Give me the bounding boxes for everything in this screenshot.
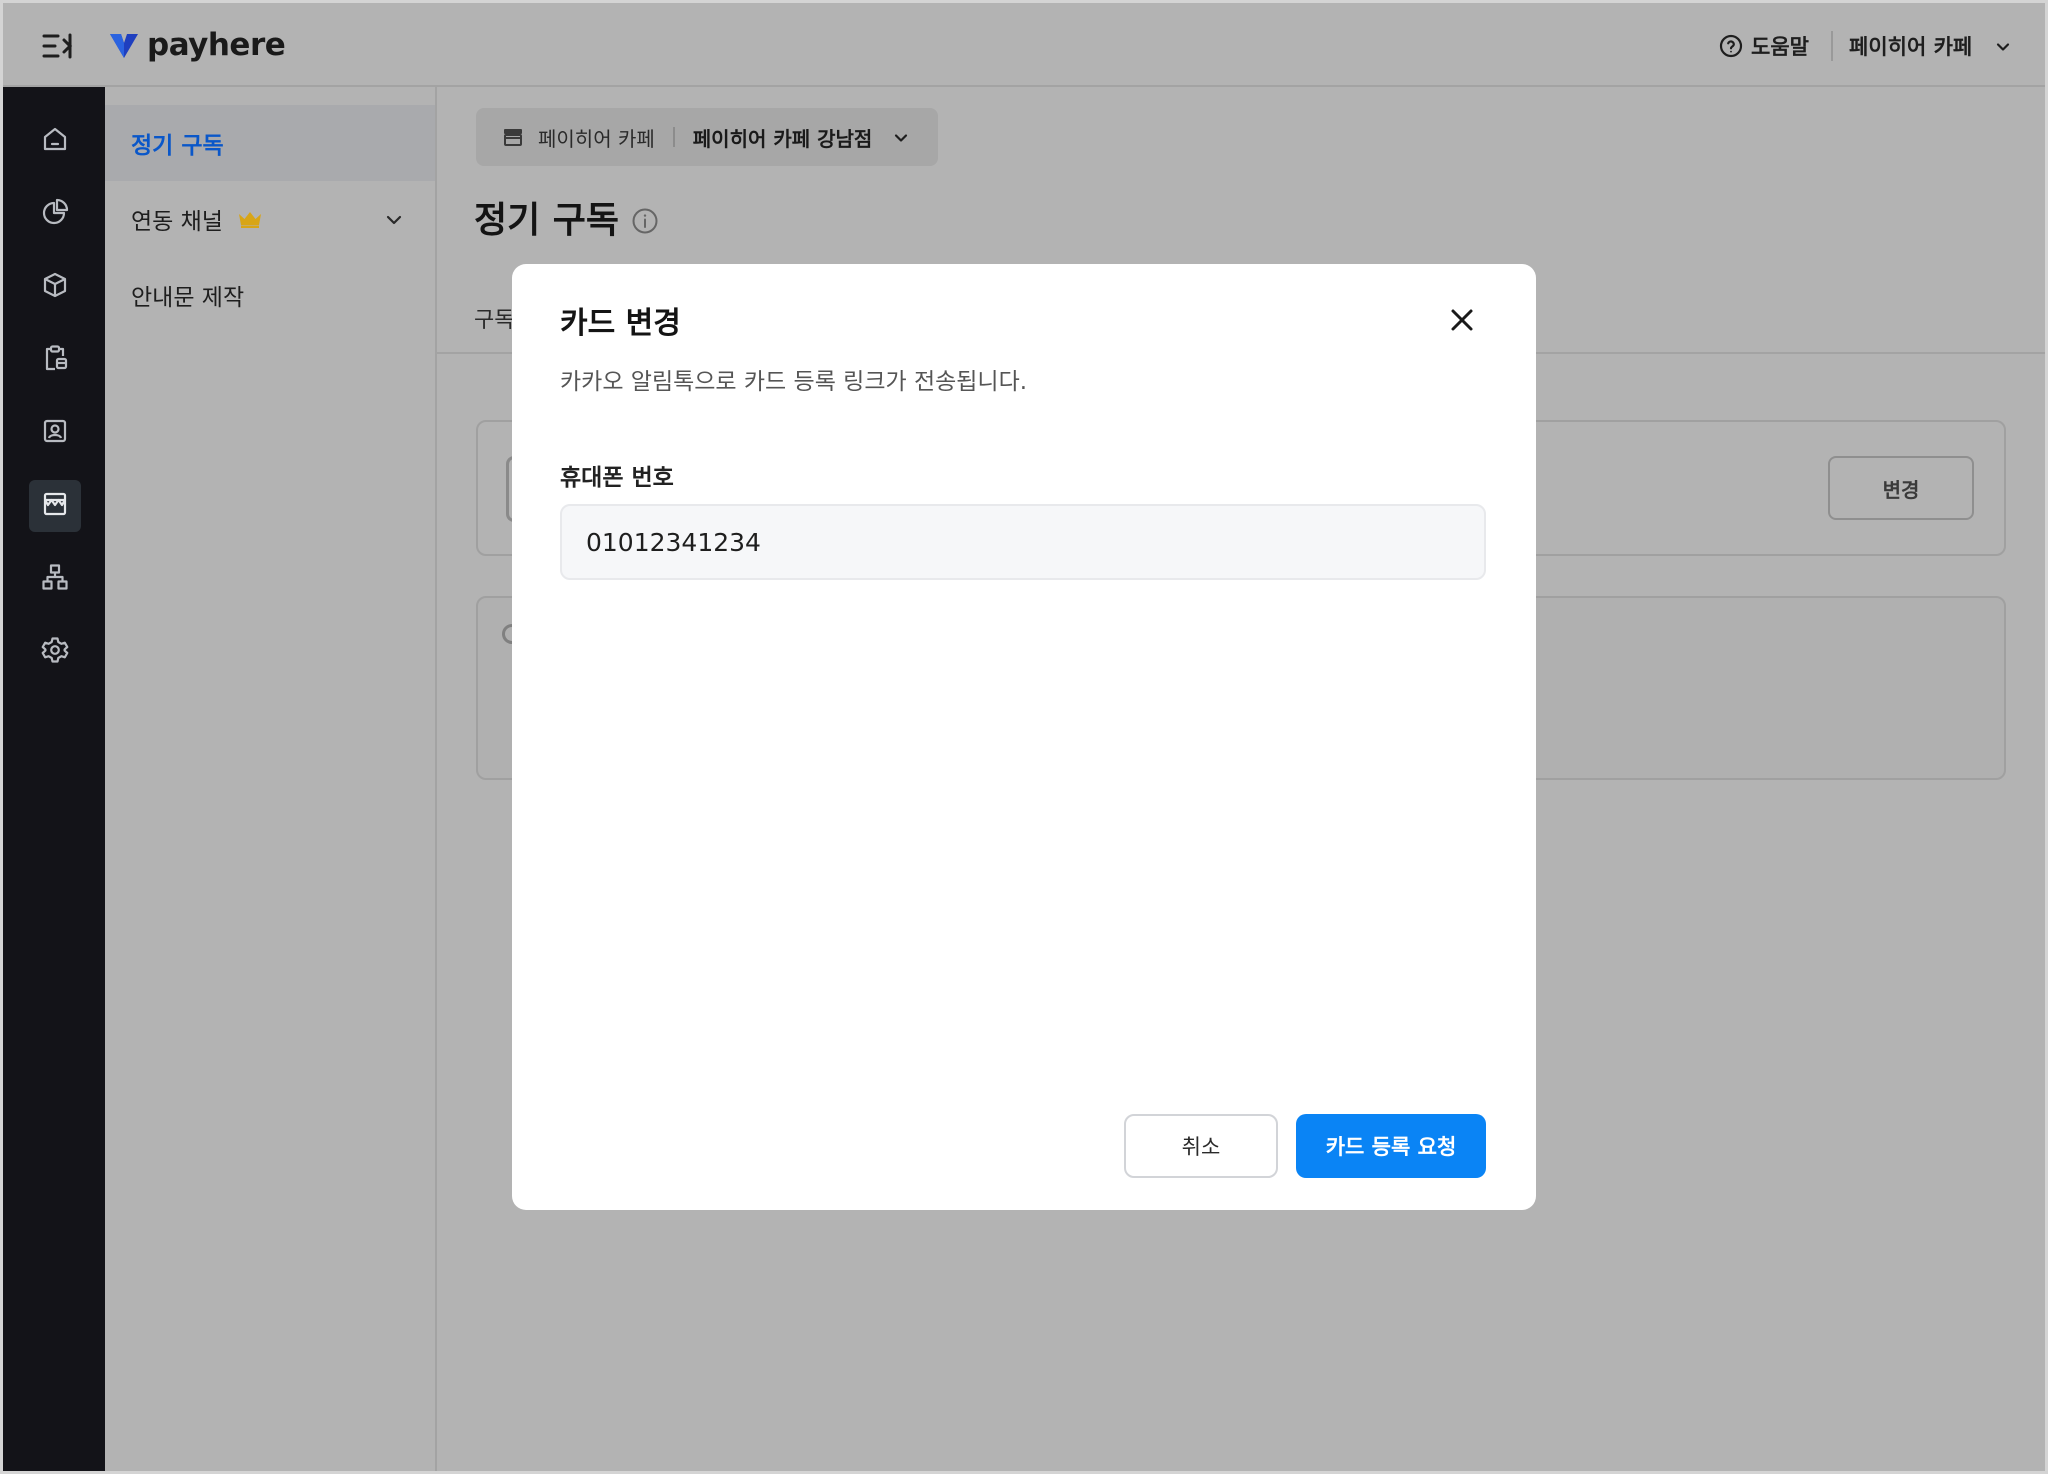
modal-title: 카드 변경 [560,306,681,341]
subnav-item-notice[interactable]: 안내문 제작 [105,257,435,333]
close-button[interactable] [1442,302,1482,342]
nav-reports[interactable] [29,188,81,240]
subnav-item-subscription[interactable]: 정기 구독 [105,105,435,181]
close-icon [1449,307,1475,337]
nav-orders[interactable] [29,334,81,386]
modal-description: 카카오 알림톡으로 카드 등록 링크가 전송됩니다. [560,369,1028,395]
subnav-item-label: 안내문 제작 [131,285,245,311]
pie-chart-icon [40,197,70,231]
help-label: 도움말 [1751,35,1809,59]
phone-field-label: 휴대폰 번호 [560,465,674,491]
nav-home[interactable] [29,115,81,167]
menu-collapse-icon[interactable] [41,31,75,61]
payhere-logo[interactable]: payhere [109,25,286,65]
phone-input[interactable] [560,504,1486,580]
page-title: 정기 구독 [474,190,659,244]
change-card-button[interactable]: 변경 [1828,456,1974,520]
tab-subscription[interactable]: 구독 [474,302,514,334]
nav-products[interactable] [29,261,81,313]
crown-icon [237,209,263,229]
help-link[interactable]: 도움말 [1719,29,1809,63]
secondary-sidebar: 정기 구독 연동 채널 안내문 제작 [105,87,437,1471]
info-icon[interactable] [631,203,659,234]
store-selector-branch: 페이히어 카페 강남점 [692,126,873,151]
request-card-registration-button[interactable]: 카드 등록 요청 [1296,1114,1486,1178]
clipboard-icon [40,343,70,377]
org-chart-icon [40,562,70,596]
box-icon [40,270,70,304]
contact-card-icon [40,416,70,450]
home-icon [40,124,70,158]
subnav-item-label: 연동 채널 [131,209,223,235]
top-header: payhere 도움말 페이히어 카페 [3,3,2045,87]
page-title-text: 정기 구독 [474,200,620,241]
store-selector[interactable]: 페이히어 카페 페이히어 카페 강남점 [476,108,938,166]
storefront-icon [502,126,524,148]
chevron-down-icon [892,128,910,146]
chevron-down-icon [1994,37,2012,55]
subnav-item-linked-channels[interactable]: 연동 채널 [105,181,435,257]
account-store-menu[interactable]: 페이히어 카페 [1849,29,2012,63]
nav-customers[interactable] [29,407,81,459]
store-selector-divider [672,127,675,147]
account-store-name: 페이히어 카페 [1849,35,1973,59]
subnav-item-label: 정기 구독 [131,133,224,159]
nav-settings[interactable] [29,626,81,678]
store-icon [40,489,70,523]
question-circle-icon [1719,34,1743,58]
logo-text: payhere [147,27,286,63]
chevron-down-icon[interactable] [383,209,405,231]
store-selector-store: 페이히어 카페 [538,126,655,151]
cancel-button[interactable]: 취소 [1124,1114,1278,1178]
gear-icon [40,635,70,669]
header-divider [1831,31,1833,61]
nav-store[interactable] [29,480,81,532]
change-card-modal: 카드 변경 카카오 알림톡으로 카드 등록 링크가 전송됩니다. 휴대폰 번호 … [512,264,1536,1210]
icon-sidebar [3,87,105,1471]
nav-organization[interactable] [29,553,81,605]
logo-mark-icon [109,30,139,60]
